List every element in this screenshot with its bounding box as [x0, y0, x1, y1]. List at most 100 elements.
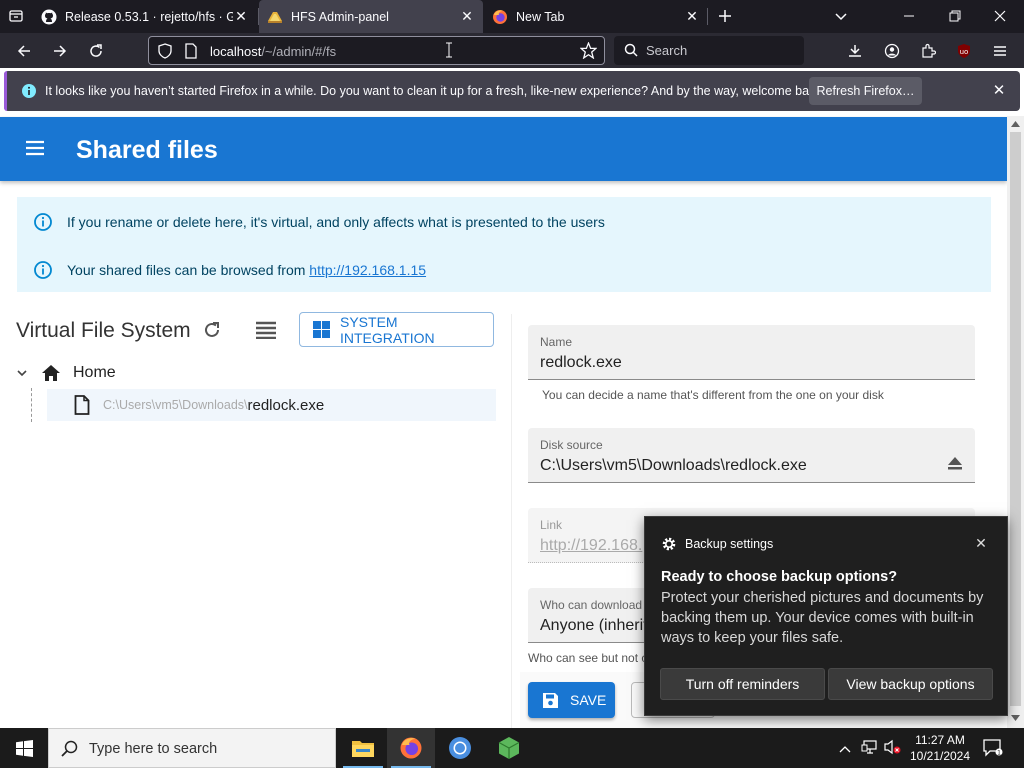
clock-time: 11:27 AM [915, 733, 965, 747]
start-button[interactable] [0, 728, 48, 768]
link-label: Link [540, 518, 563, 532]
list-all-tabs-icon[interactable] [827, 2, 855, 30]
close-tab-icon[interactable]: ✕ [233, 8, 249, 24]
name-label: Name [540, 335, 573, 349]
svg-text:1: 1 [997, 749, 1001, 756]
info-row: Your shared files can be browsed from ht… [17, 258, 426, 282]
tab-title: HFS Admin-panel [291, 9, 389, 24]
system-integration-label: SYSTEM INTEGRATION [340, 313, 435, 346]
firefox-view-icon[interactable] [2, 2, 30, 30]
eject-icon[interactable] [947, 456, 963, 475]
account-icon[interactable] [878, 37, 906, 65]
taskbar-search-placeholder: Type here to search [89, 741, 218, 757]
notification-center-icon[interactable]: 1 [983, 739, 1003, 762]
page-scrollbar[interactable] [1007, 116, 1024, 728]
file-name: redlock.exe [247, 396, 325, 414]
menu-icon[interactable] [24, 139, 48, 159]
info-text: If you rename or delete here, it's virtu… [67, 214, 605, 230]
close-notification-icon[interactable]: ✕ [991, 83, 1007, 99]
reload-icon[interactable] [82, 37, 110, 65]
restore-icon[interactable] [941, 2, 969, 30]
link-value[interactable]: http://192.168. [540, 537, 642, 555]
address-bar[interactable]: localhost/~/admin/#/fs [148, 36, 605, 65]
browse-link[interactable]: http://192.168.1.15 [309, 262, 426, 278]
page-info-icon[interactable] [184, 43, 198, 64]
notification-message: It looks like you haven’t started Firefo… [45, 84, 826, 98]
clock-date: 10/21/2024 [909, 749, 971, 763]
who-can-see-helper: Who can see but not c [528, 651, 648, 665]
search-placeholder: Search [646, 43, 688, 58]
page-title: Shared files [76, 136, 218, 164]
close-tab-icon[interactable]: ✕ [684, 8, 700, 24]
disk-source-field[interactable]: Disk source C:\Users\vm5\Downloads\redlo… [528, 428, 975, 483]
bookmark-star-icon[interactable] [579, 41, 598, 64]
reload-icon[interactable] [202, 320, 222, 345]
firefox-taskbar-icon[interactable] [387, 728, 435, 768]
refresh-firefox-button[interactable]: Refresh Firefox… [809, 77, 922, 105]
url-text: localhost/~/admin/#/fs [210, 44, 337, 59]
tracking-protection-icon[interactable] [157, 43, 173, 64]
close-tab-icon[interactable]: ✕ [459, 8, 475, 24]
home-icon [41, 364, 61, 382]
extensions-icon[interactable] [914, 37, 942, 65]
close-window-icon[interactable] [986, 2, 1014, 30]
downloads-icon[interactable] [841, 37, 869, 65]
text-cursor-icon [445, 42, 453, 63]
new-tab-icon[interactable] [711, 2, 739, 30]
forward-icon[interactable] [46, 37, 74, 65]
tree-item-file[interactable]: C:\Users\vm5\Downloads\ redlock.exe [47, 389, 496, 421]
tab-title: Release 0.53.1 · rejetto/hfs · GitH [65, 9, 233, 24]
search-icon [61, 740, 78, 762]
back-icon[interactable] [10, 37, 38, 65]
green-cube-app-taskbar-icon[interactable] [485, 728, 533, 768]
tab-hfs-admin[interactable]: HFS Admin-panel ✕ [259, 0, 483, 33]
system-clock[interactable]: 11:27 AM 10/21/2024 [904, 732, 976, 764]
name-value: redlock.exe [540, 354, 622, 371]
home-label: Home [73, 364, 116, 381]
minimize-icon[interactable] [895, 2, 923, 30]
tab-new-tab[interactable]: New Tab ✕ [484, 0, 708, 33]
svg-text:uo: uo [960, 48, 969, 56]
tab-title: New Tab [516, 9, 565, 24]
app-menu-icon[interactable] [986, 37, 1014, 65]
vfs-title: Virtual File System [16, 319, 191, 342]
gear-icon [661, 536, 677, 552]
info-alert: If you rename or delete here, it's virtu… [17, 197, 991, 292]
app-bar: Shared files [0, 117, 1007, 181]
who-can-download-label: Who can download [540, 598, 643, 612]
disk-source-value: C:\Users\vm5\Downloads\redlock.exe [540, 457, 807, 474]
navigation-toolbar: localhost/~/admin/#/fs Search uo [0, 33, 1024, 68]
search-icon [624, 43, 638, 62]
tree-item-home[interactable]: Home [16, 360, 116, 386]
show-hidden-icons-icon[interactable] [839, 741, 851, 759]
file-path-prefix: C:\Users\vm5\Downloads\ [103, 398, 248, 412]
system-integration-button[interactable]: SYSTEM INTEGRATION [299, 312, 494, 347]
network-icon[interactable] [861, 739, 879, 760]
info-outline-icon [34, 261, 52, 279]
chromium-taskbar-icon[interactable] [436, 728, 484, 768]
volume-muted-icon[interactable] [884, 739, 902, 760]
tab-github-release[interactable]: Release 0.53.1 · rejetto/hfs · GitH ✕ [33, 0, 257, 33]
file-explorer-taskbar-icon[interactable] [339, 728, 387, 768]
windows-icon [313, 321, 330, 338]
turn-off-reminders-button[interactable]: Turn off reminders [660, 668, 825, 700]
info-text: Your shared files can be browsed from ht… [67, 262, 427, 278]
search-bar[interactable]: Search [614, 36, 804, 65]
info-icon [21, 83, 37, 104]
toast-heading: Ready to choose backup options? [661, 569, 898, 585]
info-row: If you rename or delete here, it's virtu… [17, 210, 605, 234]
list-view-icon[interactable] [255, 321, 277, 344]
save-icon [542, 692, 559, 709]
windows-logo-icon [15, 739, 33, 757]
expand-icon[interactable] [16, 367, 32, 379]
name-field[interactable]: Name redlock.exe [528, 325, 975, 380]
disk-source-label: Disk source [540, 438, 603, 452]
backup-settings-toast: Backup settings ✕ Ready to choose backup… [644, 516, 1008, 716]
taskbar-search-box[interactable]: Type here to search [48, 728, 336, 768]
close-toast-icon[interactable]: ✕ [973, 535, 989, 551]
view-backup-options-button[interactable]: View backup options [828, 668, 993, 700]
name-helper-text: You can decide a name that's different f… [542, 388, 884, 402]
ublock-origin-icon[interactable]: uo [950, 37, 978, 65]
refresh-firefox-notification: It looks like you haven’t started Firefo… [4, 71, 1020, 111]
save-button[interactable]: SAVE [528, 682, 615, 718]
